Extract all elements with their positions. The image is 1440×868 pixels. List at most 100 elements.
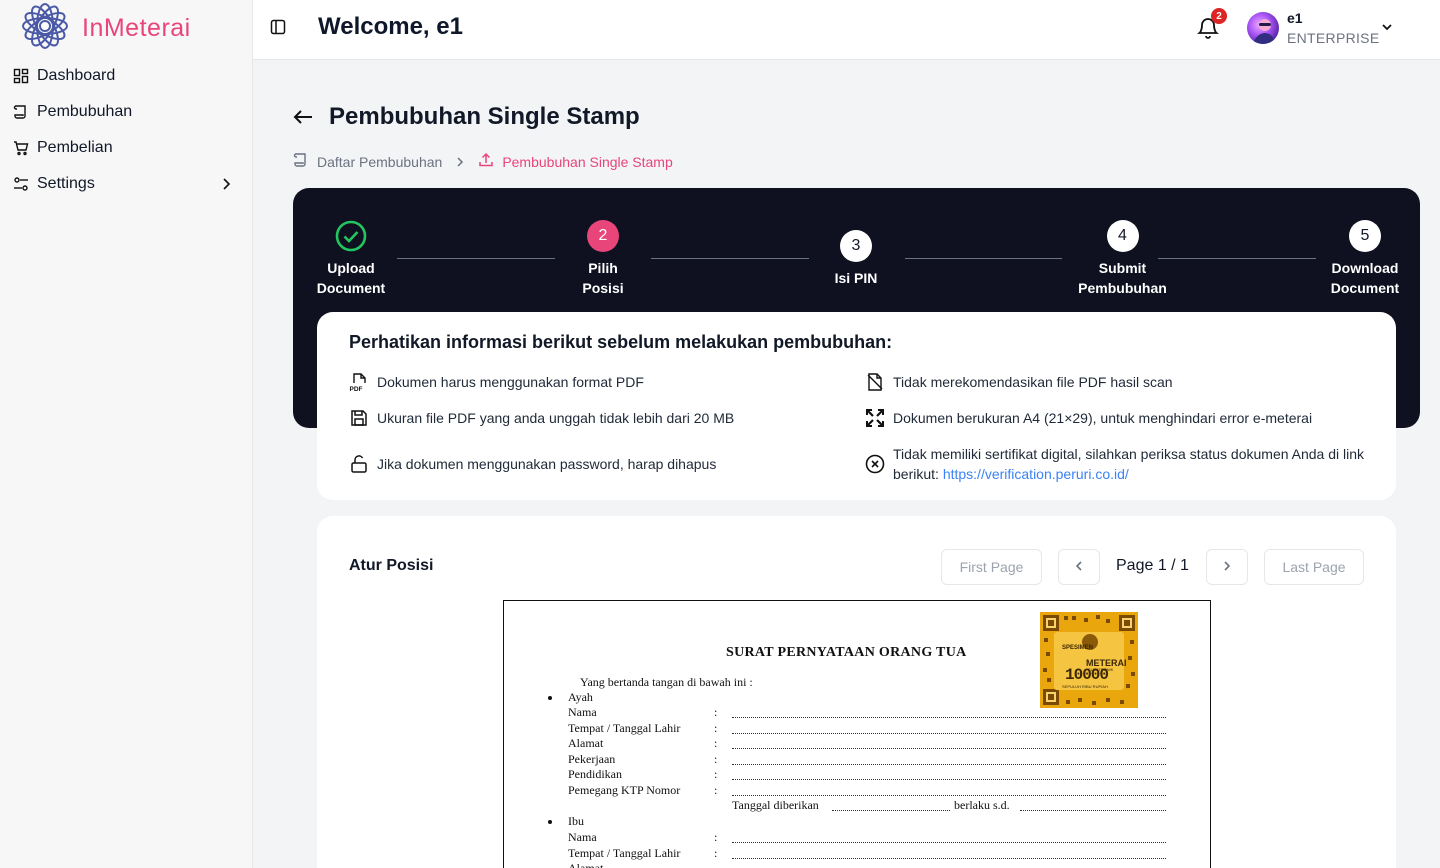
field-dots [732, 764, 1166, 765]
sidebar-item-label: Pembelian [37, 139, 113, 156]
field-label: Pemegang KTP Nomor [568, 783, 681, 797]
info-card: Perhatikan informasi berikut sebelum mel… [317, 312, 1396, 500]
flower-logo-icon [20, 2, 70, 55]
info-text: Tidak memiliki sertifikat digital, silah… [893, 446, 1365, 482]
document-intro: Yang bertanda tangan di bawah ini : [580, 675, 753, 689]
field-dots [732, 717, 1166, 718]
next-page-button[interactable] [1206, 549, 1248, 585]
welcome-heading: Welcome, e1 [318, 13, 463, 40]
e-meterai-stamp[interactable]: SPESIMEN METERAI ELEKTRONIK 10000 SEPULU… [1040, 612, 1138, 708]
sidebar-item-label: Settings [37, 175, 95, 192]
info-text: Tidak merekomendasikan file PDF hasil sc… [893, 374, 1173, 390]
sidebar-item-dashboard[interactable]: Dashboard [0, 58, 253, 94]
sidebar: InMeterai Dashboard Pembubuhan Pembelian… [0, 0, 253, 868]
field-label: Nama [568, 705, 597, 719]
step-label: Document [316, 280, 386, 296]
brand-name: InMeterai [82, 13, 191, 42]
field-colon: : [714, 830, 718, 844]
info-item: Tidak memiliki sertifikat digital, silah… [865, 444, 1370, 484]
step-label: Upload [327, 260, 375, 276]
field-label: Pekerjaan [568, 752, 616, 766]
prev-page-button[interactable] [1058, 549, 1100, 585]
field-label: Tempat / Tanggal Lahir [568, 721, 681, 735]
field-dots [832, 810, 950, 811]
field-colon: : [714, 705, 718, 719]
svg-text:PDF: PDF [350, 386, 363, 392]
user-name: e1 [1287, 10, 1303, 26]
stamp-footer: SEPULUH RIBU RUPIAH [1062, 684, 1108, 689]
back-arrow-icon[interactable] [291, 105, 315, 129]
cart-icon [13, 140, 29, 156]
field-label: Alamat [568, 736, 604, 750]
field-colon: : [714, 721, 718, 735]
step-upload-document: Upload Document [301, 220, 401, 298]
chevron-left-icon [1073, 559, 1085, 575]
file-scan-icon [865, 372, 885, 392]
field-colon: : [714, 736, 718, 750]
step-number: 3 [840, 230, 872, 262]
info-title: Perhatikan informasi berikut sebelum mel… [349, 332, 893, 352]
section-ayah: Ayah [568, 690, 593, 704]
field-dots [732, 795, 1166, 796]
last-page-button[interactable]: Last Page [1264, 549, 1364, 585]
field-colon: : [714, 846, 718, 860]
field-colon: : [714, 767, 718, 781]
bullet [548, 820, 552, 824]
page-indicator: Page 1 / 1 [1116, 557, 1189, 574]
step-connector [651, 258, 809, 259]
floppy-disk-icon [349, 408, 369, 428]
field-label: Pendidikan [568, 767, 622, 781]
chevron-right-icon [454, 156, 466, 168]
sidebar-item-pembelian[interactable]: Pembelian [0, 130, 253, 166]
scroll-icon [13, 104, 29, 120]
sidebar-item-settings[interactable]: Settings [0, 166, 253, 202]
field-dots [732, 779, 1166, 780]
field-colon: : [714, 752, 718, 766]
breadcrumb-item-daftar[interactable]: Daftar Pembubuhan [293, 152, 442, 171]
info-text: Dokumen berukuran A4 (21×29), untuk meng… [893, 410, 1313, 426]
breadcrumb: Daftar Pembubuhan Pembubuhan Single Stam… [293, 152, 673, 171]
info-text: Jika dokumen menggunakan password, harap… [377, 456, 717, 472]
step-pilih-posisi: 2 Pilih Posisi [553, 220, 653, 298]
stamp-spesimen: SPESIMEN [1062, 645, 1094, 651]
info-text: Ukuran file PDF yang anda unggah tidak l… [377, 410, 735, 426]
chevron-down-icon[interactable] [1380, 20, 1394, 39]
pdf-file-icon: PDF [349, 372, 369, 392]
step-label: Document [1330, 280, 1400, 296]
sidebar-item-pembubuhan[interactable]: Pembubuhan [0, 94, 253, 130]
info-text: Dokumen harus menggunakan format PDF [377, 374, 644, 390]
info-item: Ukuran file PDF yang anda unggah tidak l… [349, 408, 829, 428]
valid-until-label: berlaku s.d. [954, 798, 1010, 812]
sidebar-nav: Dashboard Pembubuhan Pembelian Settings [0, 58, 253, 202]
ktp-given-label: Tanggal diberikan [732, 798, 819, 812]
brand[interactable]: InMeterai [20, 2, 191, 55]
avatar[interactable] [1247, 12, 1279, 44]
step-number: 4 [1106, 220, 1139, 252]
first-page-button[interactable]: First Page [941, 549, 1042, 585]
breadcrumb-label: Daftar Pembubuhan [317, 153, 443, 170]
stamp-value: 10000 [1065, 666, 1109, 684]
step-label: Pembubuhan [1078, 280, 1167, 296]
upload-icon [478, 152, 494, 171]
grid-icon [13, 68, 29, 84]
info-item: Jika dokumen menggunakan password, harap… [349, 454, 829, 474]
step-label: Submit [1098, 260, 1147, 276]
step-submit-pembubuhan: 4 Submit Pembubuhan [1060, 220, 1185, 298]
step-connector [905, 258, 1062, 259]
document-preview[interactable]: SURAT PERNYATAAN ORANG TUA Yang bertanda… [503, 600, 1211, 868]
notification-badge: 2 [1211, 8, 1227, 24]
sidebar-toggle-icon[interactable] [270, 19, 290, 39]
step-download-document: 5 Download Document [1313, 220, 1417, 298]
step-isi-pin: 3 Isi PIN [806, 230, 906, 288]
sliders-icon [13, 176, 29, 192]
field-label: Tempat / Tanggal Lahir [568, 846, 681, 860]
x-circle-icon [865, 454, 885, 474]
field-dots [732, 748, 1166, 749]
step-number: 2 [587, 220, 619, 252]
info-item: Dokumen berukuran A4 (21×29), untuk meng… [865, 408, 1375, 428]
expand-icon [865, 408, 885, 428]
document-title: SURAT PERNYATAAN ORANG TUA [726, 645, 967, 660]
verification-link[interactable]: https://verification.peruri.co.id/ [943, 466, 1129, 482]
check-circle-icon [335, 220, 367, 252]
breadcrumb-label: Pembubuhan Single Stamp [502, 153, 673, 170]
